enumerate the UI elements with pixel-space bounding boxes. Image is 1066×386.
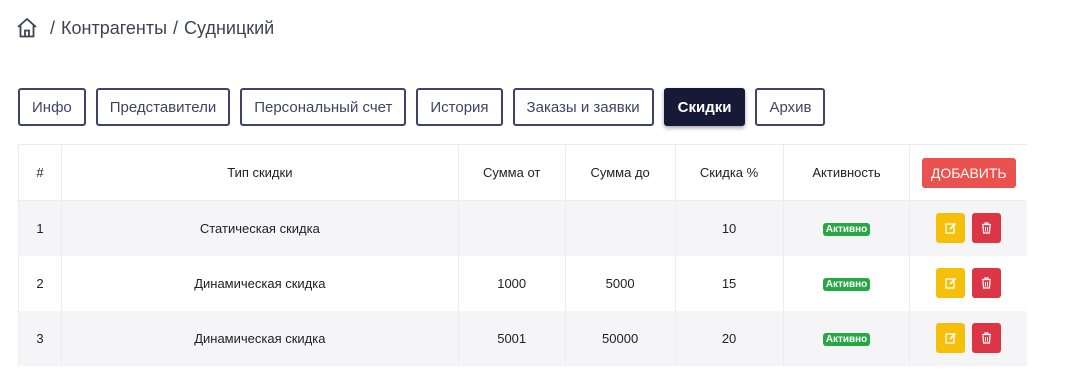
column-header-to: Сумма до — [565, 144, 676, 201]
trash-icon — [982, 332, 992, 344]
discount-percent: 10 — [675, 200, 784, 256]
breadcrumb-item-counterparties[interactable]: Контрагенты — [61, 18, 167, 39]
status-badge: Активно — [822, 333, 871, 346]
top-bar: / Контрагенты / Судницкий — [0, 0, 1066, 60]
breadcrumb-separator: / — [50, 17, 56, 38]
add-button[interactable]: ДОБАВИТЬ — [921, 157, 1016, 188]
tab-info[interactable]: Инфо — [18, 88, 86, 126]
actions-cell — [910, 311, 1027, 366]
column-header-type: Тип скидки — [61, 144, 459, 201]
discount-type: Статическая скидка — [61, 200, 459, 256]
tab-personal-account[interactable]: Персональный счет — [240, 88, 407, 126]
table-row: 3 Динамическая скидка 5001 50000 20 Акти… — [18, 310, 1027, 366]
breadcrumb-item-current: Судницкий — [184, 17, 275, 38]
column-header-number: # — [18, 144, 62, 201]
tab-archive[interactable]: Архив — [755, 88, 826, 126]
edit-icon — [945, 223, 956, 234]
discounts-table: # Тип скидки Сумма от Сумма до Скидка % … — [18, 144, 1027, 366]
edit-button[interactable] — [936, 268, 966, 298]
discount-percent: 20 — [675, 310, 784, 366]
actions-cell — [910, 256, 1027, 311]
tab-bar: Инфо Представители Персональный счет Ист… — [18, 88, 826, 126]
table-row: 1 Статическая скидка 10 Активно — [18, 200, 1027, 256]
status-cell: Активно — [783, 200, 911, 256]
row-number: 2 — [18, 255, 62, 311]
status-cell: Активно — [783, 255, 911, 311]
breadcrumb: / Контрагенты / Судницкий — [16, 17, 274, 39]
status-cell: Активно — [783, 310, 911, 366]
tab-discounts[interactable]: Скидки — [663, 88, 746, 126]
edit-button[interactable] — [936, 213, 966, 244]
delete-button[interactable] — [972, 323, 1002, 353]
column-header-actions: ДОБАВИТЬ — [909, 144, 1027, 201]
breadcrumb-separator: / — [173, 17, 179, 38]
column-header-from: Сумма от — [458, 144, 566, 201]
status-badge: Активно — [822, 278, 871, 291]
amount-from: 5001 — [458, 310, 566, 366]
tab-orders[interactable]: Заказы и заявки — [512, 88, 654, 126]
trash-icon — [982, 277, 992, 289]
edit-icon — [945, 332, 956, 344]
tab-history[interactable]: История — [416, 88, 503, 126]
row-number: 1 — [18, 200, 62, 256]
main-content: Инфо Представители Персональный счет Ист… — [0, 60, 1066, 386]
tab-representatives[interactable]: Представители — [95, 88, 231, 126]
table-row: 2 Динамическая скидка 1000 5000 15 Актив… — [18, 255, 1027, 311]
discount-type: Динамическая скидка — [61, 310, 459, 366]
trash-icon — [982, 222, 992, 234]
discount-type: Динамическая скидка — [61, 255, 459, 311]
status-badge: Активно — [822, 223, 871, 237]
amount-from — [458, 200, 566, 256]
home-icon[interactable] — [16, 17, 38, 39]
column-header-status: Активность — [783, 144, 911, 201]
discount-percent: 15 — [675, 255, 784, 311]
amount-to: 50000 — [565, 310, 676, 366]
amount-to — [565, 200, 676, 256]
delete-button[interactable] — [972, 213, 1002, 244]
edit-button[interactable] — [936, 323, 966, 353]
discounts-table-container: # Тип скидки Сумма от Сумма до Скидка % … — [18, 144, 1027, 366]
amount-from: 1000 — [458, 255, 566, 311]
table-header-row: # Тип скидки Сумма от Сумма до Скидка % … — [18, 144, 1027, 201]
edit-icon — [945, 277, 956, 289]
delete-button[interactable] — [972, 268, 1002, 298]
column-header-discount: Скидка % — [675, 144, 784, 201]
actions-cell — [910, 201, 1027, 256]
amount-to: 5000 — [565, 255, 676, 311]
row-number: 3 — [18, 310, 62, 366]
